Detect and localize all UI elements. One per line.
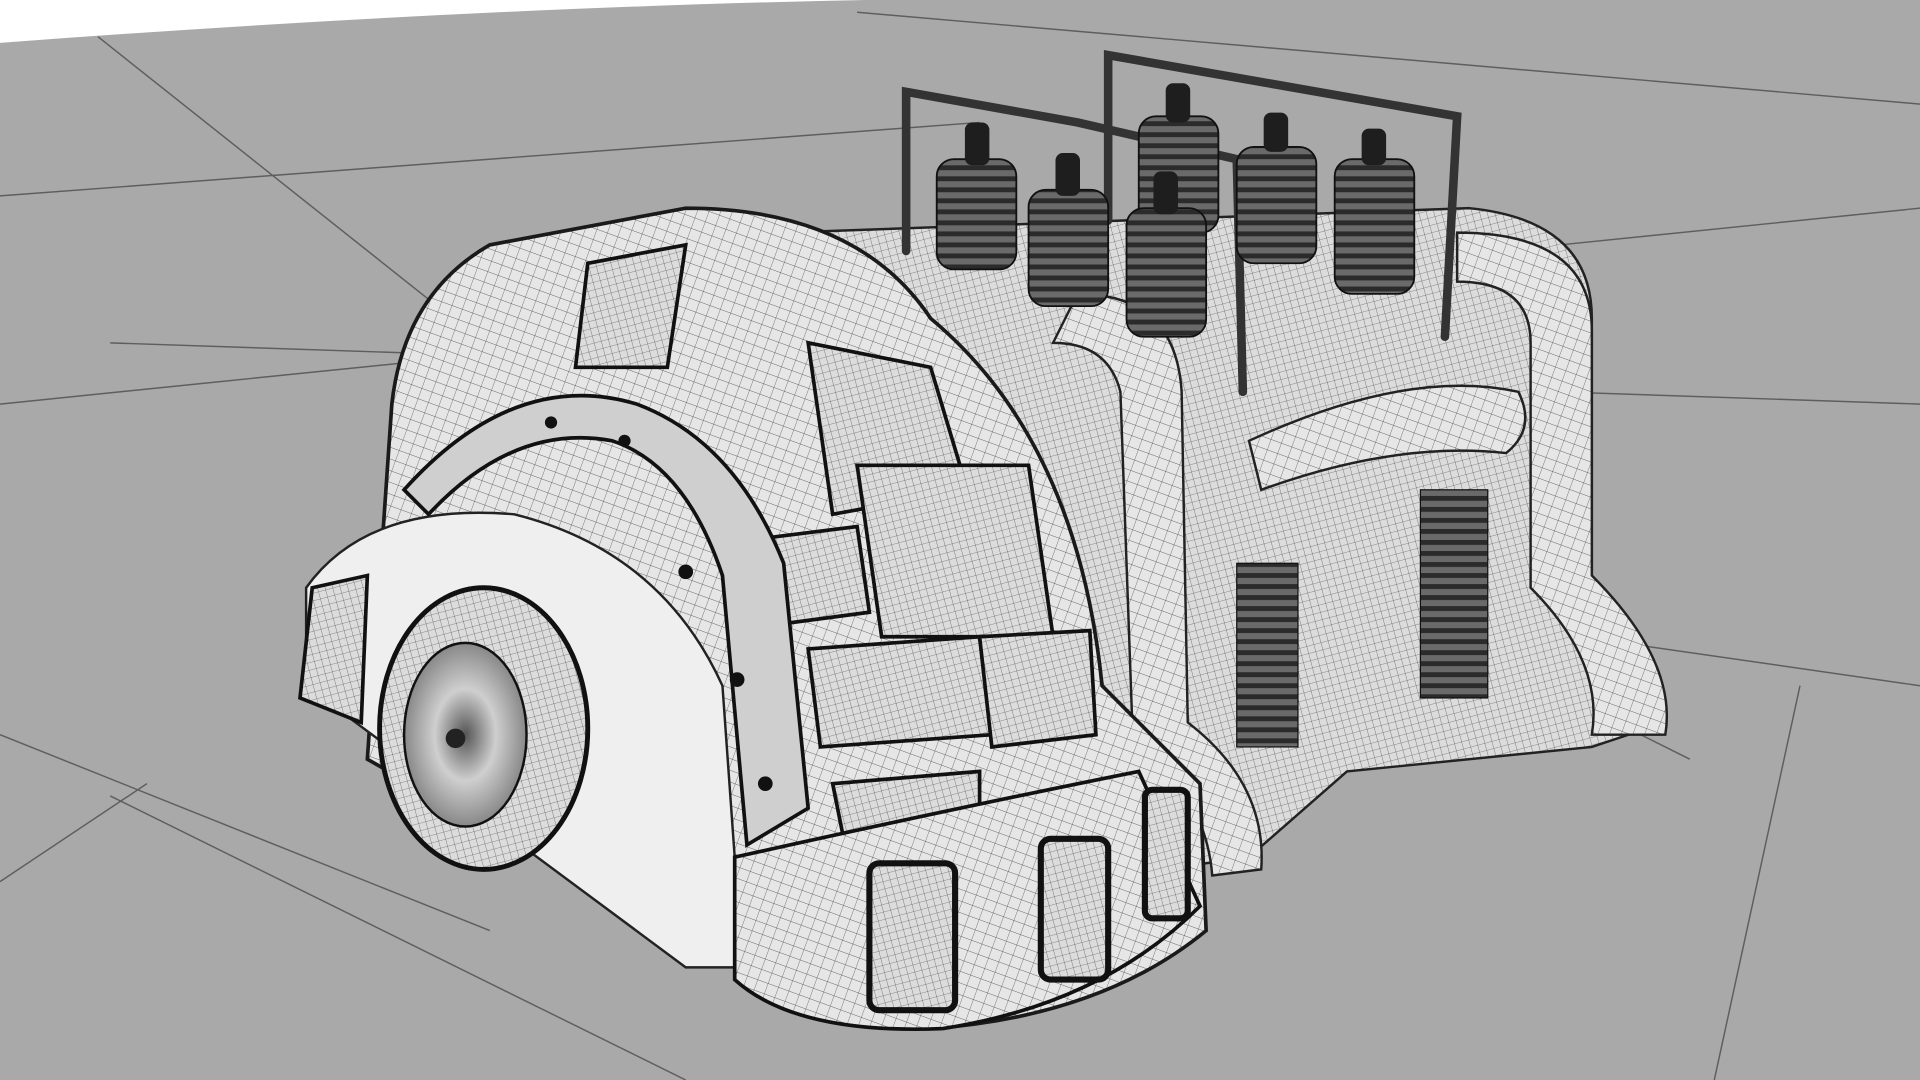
armor-plate [977, 628, 1098, 749]
render-viewport[interactable] [0, 0, 1920, 1080]
armor-plate [573, 242, 688, 370]
fan-disc [402, 641, 528, 828]
armor-plate [806, 634, 994, 749]
insulator [1125, 207, 1208, 338]
base-window [1141, 786, 1191, 922]
side-block [298, 573, 370, 726]
coil-block [1419, 489, 1489, 699]
base-window [866, 860, 959, 1014]
armor-plate [855, 463, 1056, 639]
insulator [1235, 146, 1318, 265]
insulator [1027, 188, 1110, 308]
wireframe-render [0, 0, 1920, 1080]
insulator [935, 158, 1018, 271]
base-window [1037, 835, 1112, 983]
insulator [1333, 158, 1416, 295]
coil-block [1236, 562, 1299, 748]
